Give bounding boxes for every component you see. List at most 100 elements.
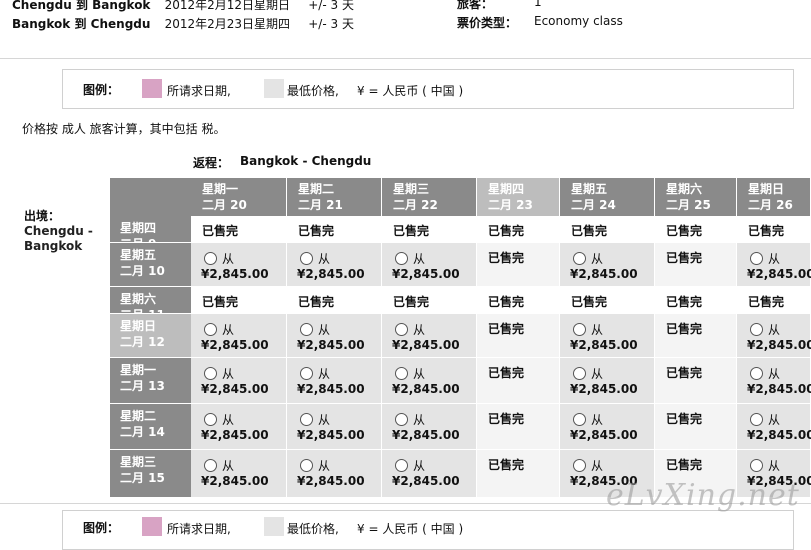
fare-option[interactable]: 从	[573, 365, 603, 382]
fare-radio[interactable]	[750, 323, 763, 336]
fare-cell[interactable]: 从 ¥2,845.00	[382, 243, 477, 287]
fare-radio[interactable]	[300, 323, 313, 336]
fare-radio[interactable]	[300, 252, 313, 265]
soldout-label: 已售完	[666, 224, 703, 238]
fare-option[interactable]: 从	[300, 365, 330, 382]
fare-radio[interactable]	[395, 413, 408, 426]
fare-radio[interactable]	[300, 413, 313, 426]
soldout-cell: 已售完	[477, 216, 560, 243]
fare-radio[interactable]	[204, 459, 217, 472]
fare-option[interactable]: 从	[573, 321, 603, 338]
fare-radio[interactable]	[750, 252, 763, 265]
fare-option[interactable]: 从	[395, 250, 425, 267]
fare-radio[interactable]	[750, 367, 763, 380]
fare-option[interactable]: 从	[395, 365, 425, 382]
fare-option[interactable]: 从	[300, 321, 330, 338]
fare-price: ¥2,845.00	[747, 428, 811, 442]
fare-cell[interactable]: 从 ¥2,845.00	[382, 314, 477, 358]
fare-cell[interactable]: 从 ¥2,845.00	[382, 450, 477, 498]
fare-cell[interactable]: 从 ¥2,845.00	[737, 358, 811, 404]
fare-cell[interactable]: 从 ¥2,845.00	[560, 404, 655, 450]
fare-option[interactable]: 从	[204, 321, 234, 338]
fare-radio[interactable]	[204, 367, 217, 380]
fare-option[interactable]: 从	[750, 411, 780, 428]
column-header: 星期五 二月 24	[560, 178, 655, 216]
fare-price: ¥2,845.00	[297, 267, 365, 281]
fare-cell[interactable]: 从 ¥2,845.00	[191, 358, 287, 404]
fare-radio[interactable]	[573, 413, 586, 426]
column-date: 二月 23	[488, 198, 533, 212]
fare-cell[interactable]: 从 ¥2,845.00	[287, 243, 382, 287]
outbound-route-line1: Chengdu -	[24, 224, 93, 238]
divider	[0, 58, 811, 59]
fare-radio[interactable]	[395, 367, 408, 380]
fare-cell[interactable]: 从 ¥2,845.00	[382, 404, 477, 450]
fare-radio[interactable]	[395, 459, 408, 472]
fare-option[interactable]: 从	[300, 411, 330, 428]
soldout-cell: 已售完	[477, 358, 560, 404]
fare-option[interactable]: 从	[750, 250, 780, 267]
fare-cell[interactable]: 从 ¥2,845.00	[191, 314, 287, 358]
soldout-cell: 已售完	[655, 216, 737, 243]
legend-currency: ¥ = 人民币 ( 中国 )	[357, 522, 464, 536]
fare-price: ¥2,845.00	[392, 338, 460, 352]
fare-option[interactable]: 从	[204, 457, 234, 474]
fare-cell[interactable]: 从 ¥2,845.00	[737, 404, 811, 450]
fare-cell[interactable]: 从 ¥2,845.00	[287, 404, 382, 450]
lowest-price-swatch	[264, 517, 284, 536]
fare-cell[interactable]: 从 ¥2,845.00	[737, 243, 811, 287]
from-label: 从	[222, 413, 235, 427]
fare-cell[interactable]: 从 ¥2,845.00	[560, 243, 655, 287]
fare-radio[interactable]	[573, 252, 586, 265]
fare-option[interactable]: 从	[300, 457, 330, 474]
soldout-label: 已售完	[298, 295, 335, 309]
fare-option[interactable]: 从	[204, 365, 234, 382]
from-label: 从	[591, 252, 604, 266]
fare-option[interactable]: 从	[300, 250, 330, 267]
fare-option[interactable]: 从	[750, 365, 780, 382]
fare-cell[interactable]: 从 ¥2,845.00	[287, 314, 382, 358]
fare-option[interactable]: 从	[395, 411, 425, 428]
fare-cell[interactable]: 从 ¥2,845.00	[287, 450, 382, 498]
soldout-label: 已售完	[488, 322, 525, 336]
column-header: 星期一 二月 20	[191, 178, 287, 216]
from-label: 从	[318, 413, 331, 427]
fare-radio[interactable]	[395, 323, 408, 336]
fare-cell[interactable]: 从 ¥2,845.00	[560, 314, 655, 358]
fare-radio[interactable]	[300, 367, 313, 380]
fare-option[interactable]: 从	[395, 321, 425, 338]
fare-option[interactable]: 从	[573, 250, 603, 267]
fare-option[interactable]: 从	[573, 411, 603, 428]
fare-option[interactable]: 从	[573, 457, 603, 474]
fare-cell[interactable]: 从 ¥2,845.00	[191, 404, 287, 450]
fare-price: ¥2,845.00	[392, 267, 460, 281]
fare-price: ¥2,845.00	[201, 382, 269, 396]
fare-radio[interactable]	[204, 413, 217, 426]
soldout-cell: 已售完	[191, 287, 287, 314]
soldout-cell: 已售完	[560, 216, 655, 243]
row-header: 星期二 二月 14	[110, 404, 191, 450]
fare-cell[interactable]: 从 ¥2,845.00	[737, 314, 811, 358]
fare-radio[interactable]	[750, 459, 763, 472]
fare-cell[interactable]: 从 ¥2,845.00	[287, 358, 382, 404]
fare-price: ¥2,845.00	[570, 428, 638, 442]
fare-option[interactable]: 从	[204, 411, 234, 428]
column-date: 二月 26	[748, 198, 793, 212]
fare-option[interactable]: 从	[395, 457, 425, 474]
fare-radio[interactable]	[573, 367, 586, 380]
fare-radio[interactable]	[573, 459, 586, 472]
fare-cell[interactable]: 从 ¥2,845.00	[382, 358, 477, 404]
fare-option[interactable]: 从	[204, 250, 234, 267]
fare-radio[interactable]	[300, 459, 313, 472]
fare-radio[interactable]	[750, 413, 763, 426]
fare-cell[interactable]: 从 ¥2,845.00	[191, 450, 287, 498]
fare-radio[interactable]	[573, 323, 586, 336]
fare-radio[interactable]	[204, 323, 217, 336]
fare-option[interactable]: 从	[750, 321, 780, 338]
fare-radio[interactable]	[395, 252, 408, 265]
fare-radio[interactable]	[204, 252, 217, 265]
fare-cell[interactable]: 从 ¥2,845.00	[560, 358, 655, 404]
legend-box-bottom: 图例： 所请求日期, 最低价格, ¥ = 人民币 ( 中国 )	[62, 510, 794, 550]
fare-cell[interactable]: 从 ¥2,845.00	[191, 243, 287, 287]
fare-option[interactable]: 从	[750, 457, 780, 474]
